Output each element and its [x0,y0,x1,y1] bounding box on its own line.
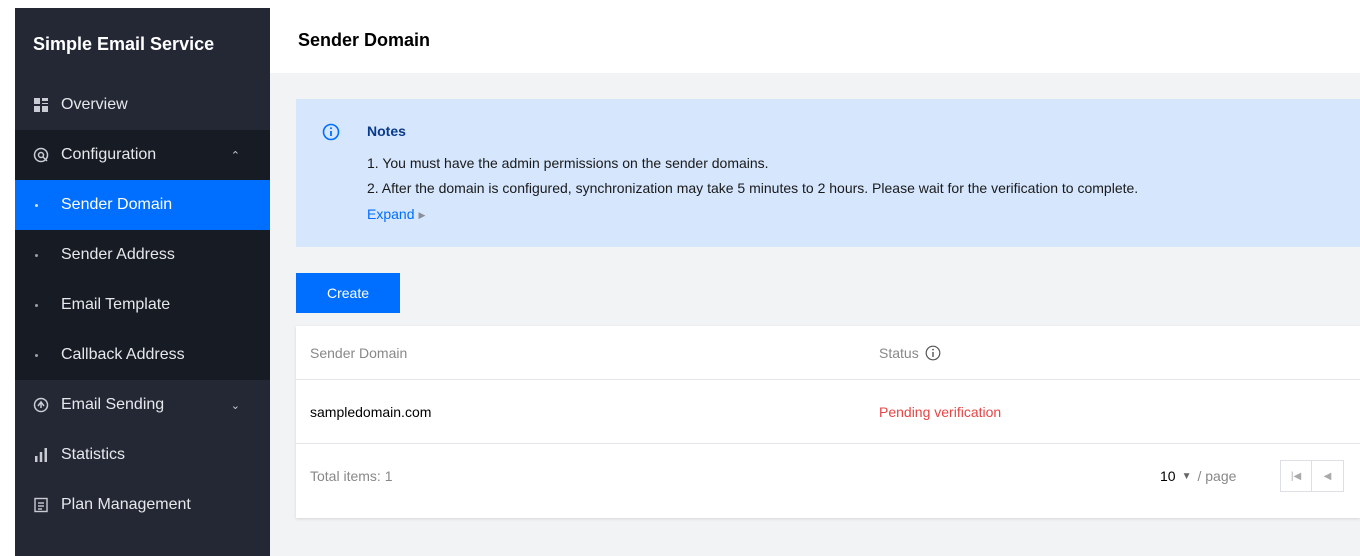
chevron-up-icon: ⌃ [230,149,240,162]
config-icon [33,147,49,163]
sidebar-item-overview[interactable]: Overview [15,80,270,130]
page-title: Sender Domain [270,8,1360,73]
sidebar-item-email-sending[interactable]: Email Sending ⌄ [15,380,270,430]
app-title: Simple Email Service [15,8,270,80]
bullet-icon [35,353,38,357]
document-icon [33,497,49,513]
sidebar-item-label: Statistics [61,446,126,463]
domain-table: Sender Domain Status sampledomain.com Pe… [296,326,1360,518]
bar-chart-icon [33,447,49,463]
sidebar-item-label: Overview [61,96,128,113]
sidebar-item-callback-address[interactable]: Callback Address [15,330,270,380]
chevron-down-icon: ⌄ [230,399,240,412]
sidebar-item-label: Sender Domain [61,196,173,213]
page-size-value: 10 [1160,468,1176,484]
notes-line: 2. After the domain is configured, synch… [367,180,1139,196]
sidebar-item-plan-management[interactable]: Plan Management [15,480,270,530]
sidebar-item-label: Email Sending [61,396,165,413]
sidebar-item-sender-address[interactable]: Sender Address [15,230,270,280]
caret-down-icon: ▼ [1181,470,1192,482]
bullet-icon [35,253,38,257]
column-header-status-label: Status [879,344,919,361]
caret-right-icon: ▶ [418,210,426,220]
notes-title: Notes [367,123,406,139]
total-items: Total items: 1 [310,468,393,484]
per-page-label: / page [1197,468,1237,484]
notes-panel: Notes 1. You must have the admin permiss… [296,99,1360,247]
notes-line: 1. You must have the admin permissions o… [367,155,769,171]
create-button[interactable]: Create [296,273,400,313]
info-icon [322,123,340,141]
sidebar-item-label: Sender Address [61,246,175,263]
sidebar-item-configuration[interactable]: Configuration ⌃ [15,130,270,180]
sending-icon [33,397,49,413]
sidebar-item-email-template[interactable]: Email Template [15,280,270,330]
expand-link[interactable]: Expand ▶ [367,206,425,222]
prev-page-icon[interactable]: ◀ [1312,460,1344,492]
column-header-status: Status [879,345,941,361]
grid-icon [33,97,49,113]
table-header: Sender Domain Status [296,326,1360,380]
column-header-sender-domain: Sender Domain [310,344,408,361]
sidebar-item-label: Callback Address [61,346,185,363]
bullet-icon [35,203,38,207]
pagination-controls: |◀ ◀ [1280,460,1344,492]
bullet-icon [35,303,38,307]
domain-cell: sampledomain.com [310,403,432,420]
sidebar-item-label: Configuration [61,146,157,163]
info-icon[interactable] [925,345,941,361]
sidebar-item-statistics[interactable]: Statistics [15,430,270,480]
status-cell: Pending verification [879,403,1002,420]
sidebar-item-sender-domain[interactable]: Sender Domain [15,180,270,230]
page-size-selector[interactable]: 10 ▼ / page [1160,468,1236,484]
first-page-icon[interactable]: |◀ [1280,460,1312,492]
main-content: Sender Domain Notes 1. You must have the… [270,8,1360,556]
table-row[interactable]: sampledomain.com Pending verification [296,380,1360,444]
configuration-group: Configuration ⌃ Sender Domain Sender Add… [15,130,270,380]
expand-label: Expand [367,206,415,222]
sidebar-item-label: Email Template [61,296,171,313]
table-footer: Total items: 1 10 ▼ / page |◀ ◀ [296,444,1360,508]
sidebar-item-label: Plan Management [61,496,191,513]
sidebar: Simple Email Service Overview Configurat… [15,8,270,556]
